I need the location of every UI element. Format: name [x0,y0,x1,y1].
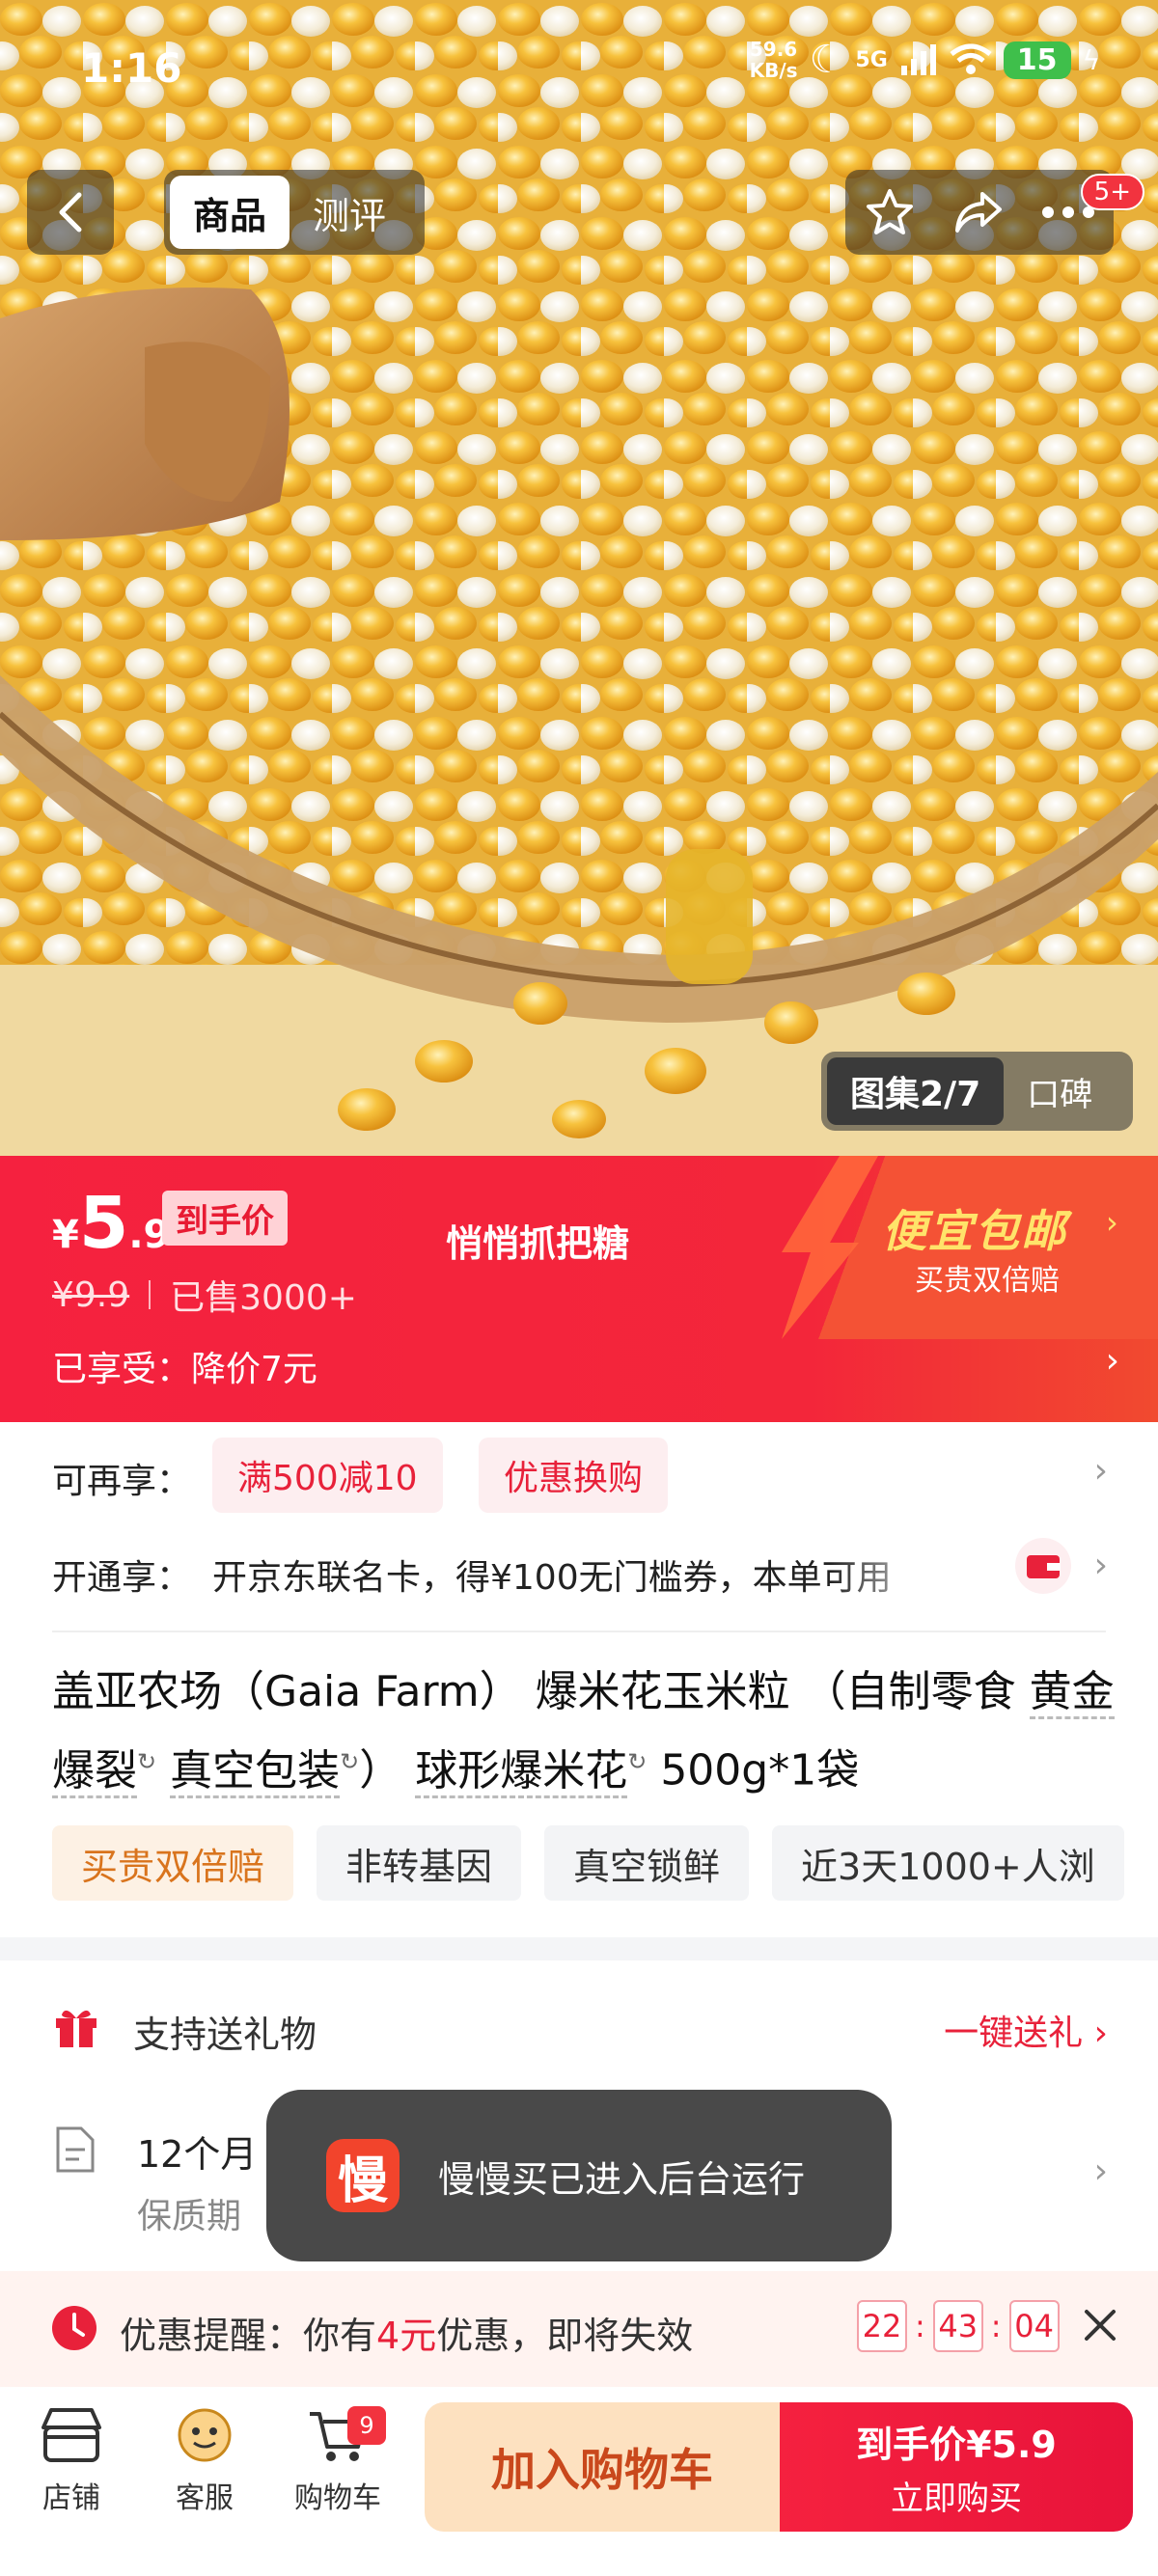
charging-icon: ϟ [1082,43,1100,76]
chevron-right-icon: › [1093,1546,1108,1585]
product-image[interactable]: 1:16 59.6 KB/s ☾ 5G 15 ϟ 商品 测评 5+ 图集2/7 … [0,0,1158,1156]
more-icon[interactable] [1041,206,1095,219]
toast-message: 慢慢买已进入后台运行 [438,2157,806,2201]
send-gift-link[interactable]: 一键送礼 › [944,2005,1108,2055]
wifi-icon [950,43,992,74]
section-gap [0,1937,1158,1960]
top-tabs: 商品 测评 [164,170,425,255]
coupon-full-reduction[interactable]: 满500减10 [212,1438,443,1513]
countdown-hours: 22 [857,2300,907,2352]
countdown-seconds: 04 [1008,2300,1060,2352]
reminder-amount: 4元 [376,2315,437,2357]
current-price: ¥ 5 .9 [52,1185,170,1262]
price-currency: ¥ [52,1213,79,1257]
feature-tags: 买贵双倍赔 非转基因 真空锁鲜 近3天1000+人浏 [52,1825,1124,1901]
search-mini-icon: ↻ [137,1748,157,1775]
countdown-timer: 22 : 43 : 04 [857,2300,1060,2352]
tab-review[interactable]: 测评 [290,176,409,249]
promo-title: 便宜包邮 [882,1205,1067,1257]
coupon-exchange[interactable]: 优惠换购 [479,1438,669,1513]
buy-price: 到手价¥5.9 [856,2424,1057,2466]
tag-non-gmo[interactable]: 非转基因 [317,1825,522,1901]
service-label: 客服 [176,2481,234,2515]
bottom-action-bar: 店铺 客服 购物车 9 加入购物车 到手价¥5.9 立即购买 [0,2387,1158,2576]
tab-product[interactable]: 商品 [170,176,290,249]
discount-reminder[interactable]: 优惠提醒：你有4元优惠，即将失效 22 : 43 : 04 [0,2271,1158,2387]
message-badge: 5+ [1080,174,1144,210]
gift-icon [56,2010,96,2047]
search-mini-icon: ↻ [627,1748,648,1775]
buy-now-button[interactable]: 到手价¥5.9 立即购买 [780,2402,1133,2532]
keyword-vacuum-pack[interactable]: 真空包装 [170,1745,341,1798]
discount-enjoyed: 已享受：降价7元 [52,1350,317,1389]
tag-vacuum-fresh[interactable]: 真空锁鲜 [544,1825,750,1901]
reminder-text: 优惠提醒：你有4元优惠，即将失效 [120,2315,694,2357]
final-price-tag: 到手价 [162,1191,288,1246]
status-icons: 59.6 KB/s ☾ 5G 15 ϟ [750,39,1100,81]
reviews-tab[interactable]: 口碑 [1004,1068,1092,1115]
clock-icon [52,2306,96,2350]
moon-icon: ☾ [809,38,844,82]
tag-price-guarantee[interactable]: 买贵双倍赔 [52,1825,294,1901]
gallery-counter[interactable]: 图集2/7 [827,1057,1005,1125]
separator [149,1280,152,1309]
star-icon[interactable] [864,187,916,237]
original-price: ¥9.9 [52,1274,130,1315]
app-logo-icon: 慢 [326,2139,400,2212]
sold-count: 已售3000+ [170,1278,357,1318]
customer-service-icon [178,2408,232,2462]
chevron-right-icon: › [1093,2151,1108,2191]
price-banner[interactable]: 便宜包邮 › 买贵双倍赔 ¥ 5 .9 到手价 悄悄抓把糖 ¥9.9 已售300… [0,1156,1158,1422]
shelf-life-label: 保质期 [137,2197,242,2236]
gallery-switch: 图集2/7 口碑 [821,1052,1133,1131]
buy-label: 立即购买 [891,2480,1022,2518]
countdown-minutes: 43 [932,2300,983,2352]
status-bar: 1:16 59.6 KB/s ☾ 5G 15 ϟ [0,0,1158,145]
back-button[interactable] [27,170,114,255]
coupon-row[interactable]: 可再享： 满500减10 优惠换购 › [0,1438,1158,1515]
promo-chevron-icon: › [1106,1204,1118,1241]
close-icon[interactable] [1081,2306,1119,2344]
network-speed: 59.6 KB/s [749,38,798,82]
price-integer: 5 [78,1182,129,1265]
share-icon[interactable] [951,188,1006,236]
tag-views[interactable]: 近3天1000+人浏 [772,1825,1124,1901]
chevron-right-icon: › [1093,1451,1108,1491]
promo-subtitle: 买贵双倍赔 [915,1264,1060,1298]
store-button[interactable]: 店铺 [14,2406,129,2516]
search-mini-icon: ↻ [340,1748,360,1775]
divider [52,1631,1106,1632]
cart-label: 购物车 [294,2481,381,2515]
battery-level: 15 [1003,41,1071,79]
gift-label: 支持送礼物 [133,2014,317,2056]
product-title: 盖亚农场（Gaia Farm） 爆米花玉米粒 （自制零食 黄金爆裂↻ 真空包装↻… [52,1658,1123,1806]
signal-icon [900,44,936,75]
chevron-right-icon[interactable]: › [1106,1341,1119,1381]
keyword-ball-popcorn[interactable]: 球形爆米花 [415,1745,628,1798]
lightning-decoration [782,1156,878,1339]
network-type: 5G [855,47,888,72]
add-to-cart-button[interactable]: 加入购物车 [425,2402,780,2532]
price-slogan: 悄悄抓把糖 [446,1222,630,1265]
card-offer-row[interactable]: 开通享： 开京东联名卡，得¥100无门槛券，本单可用 › [0,1534,1158,1611]
gift-row[interactable]: 支持送礼物 一键送礼 › [0,1987,1158,2065]
shelf-life-value: 12个月 [137,2133,258,2176]
card-offer-label: 开通享： [52,1558,192,1598]
coupon-label: 可再享： [52,1462,192,1501]
wallet-icon [1015,1538,1071,1594]
store-label: 店铺 [42,2481,100,2515]
text-fade [830,1534,984,1611]
cart-count-badge: 9 [347,2406,386,2445]
top-actions [845,170,1114,255]
document-icon [56,2126,95,2173]
customer-service-button[interactable]: 客服 [147,2406,262,2516]
chevron-left-icon [59,192,82,233]
status-time: 1:16 [81,44,182,92]
original-price-row: ¥9.9 已售3000+ [52,1270,357,1320]
store-icon [41,2408,101,2462]
background-run-toast: 慢 慢慢买已进入后台运行 [266,2090,892,2261]
